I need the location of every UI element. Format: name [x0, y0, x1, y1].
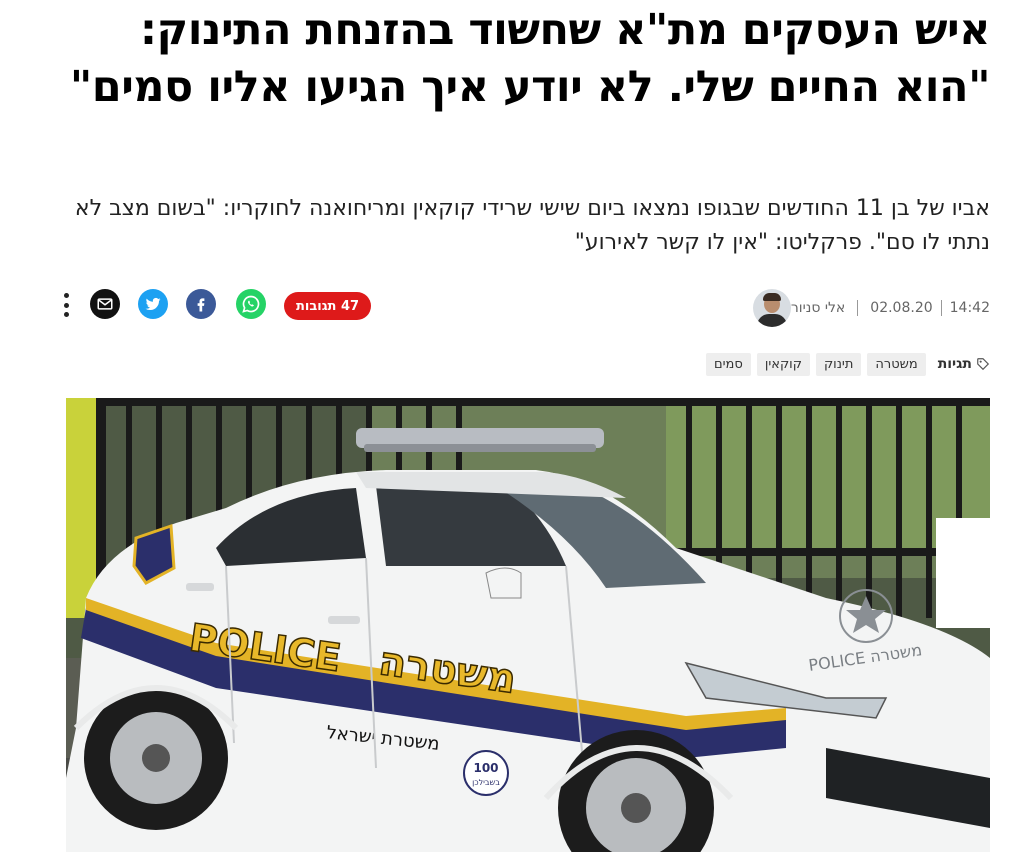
car-badge-text: בשבילכן	[472, 778, 500, 787]
publish-time: 14:42	[949, 300, 990, 316]
email-icon	[97, 298, 113, 310]
comments-button[interactable]: 47 תגובות	[284, 292, 372, 320]
meta-divider	[940, 300, 942, 316]
tag-item[interactable]: קוקאין	[756, 352, 810, 376]
meta-divider	[857, 300, 859, 316]
twitter-icon	[145, 297, 161, 311]
author-avatar[interactable]	[752, 289, 791, 327]
facebook-icon	[197, 298, 205, 312]
whatsapp-share-button[interactable]	[236, 289, 266, 319]
comments-count-label: 47 תגובות	[296, 298, 360, 314]
tag-item[interactable]: סמים	[706, 352, 751, 376]
article-subtitle: אביו של בן 11 החודשים שבגופו נמצאו ביום …	[74, 196, 990, 255]
email-share-button[interactable]	[90, 289, 120, 319]
whatsapp-icon	[242, 295, 260, 313]
tags-label: תגיות	[938, 356, 990, 372]
facebook-share-button[interactable]	[186, 289, 216, 319]
tag-item[interactable]: תינוק	[815, 352, 862, 376]
article-headline: איש העסקים מת"א שחשוד בהזנחת התינוק: "הו…	[69, 5, 991, 112]
tag-icon	[977, 358, 990, 371]
police-car-photo: POLICE משטרה משטרת ישראל 100 בשבילכן POL…	[66, 398, 990, 852]
hero-image: POLICE משטרה משטרת ישראל 100 בשבילכן POL…	[66, 398, 990, 852]
more-options-icon[interactable]	[60, 290, 72, 320]
author-name[interactable]: אלי סניור	[791, 300, 845, 316]
twitter-share-button[interactable]	[138, 289, 168, 319]
author-block: אלי סניור 02.08.20 14:42	[743, 288, 990, 328]
publish-date: 02.08.20	[870, 300, 933, 316]
tag-item[interactable]: משטרה	[867, 352, 926, 376]
car-badge-number: 100	[473, 761, 498, 775]
tags-row: תגיות משטרה תינוק קוקאין סמים	[706, 350, 990, 378]
